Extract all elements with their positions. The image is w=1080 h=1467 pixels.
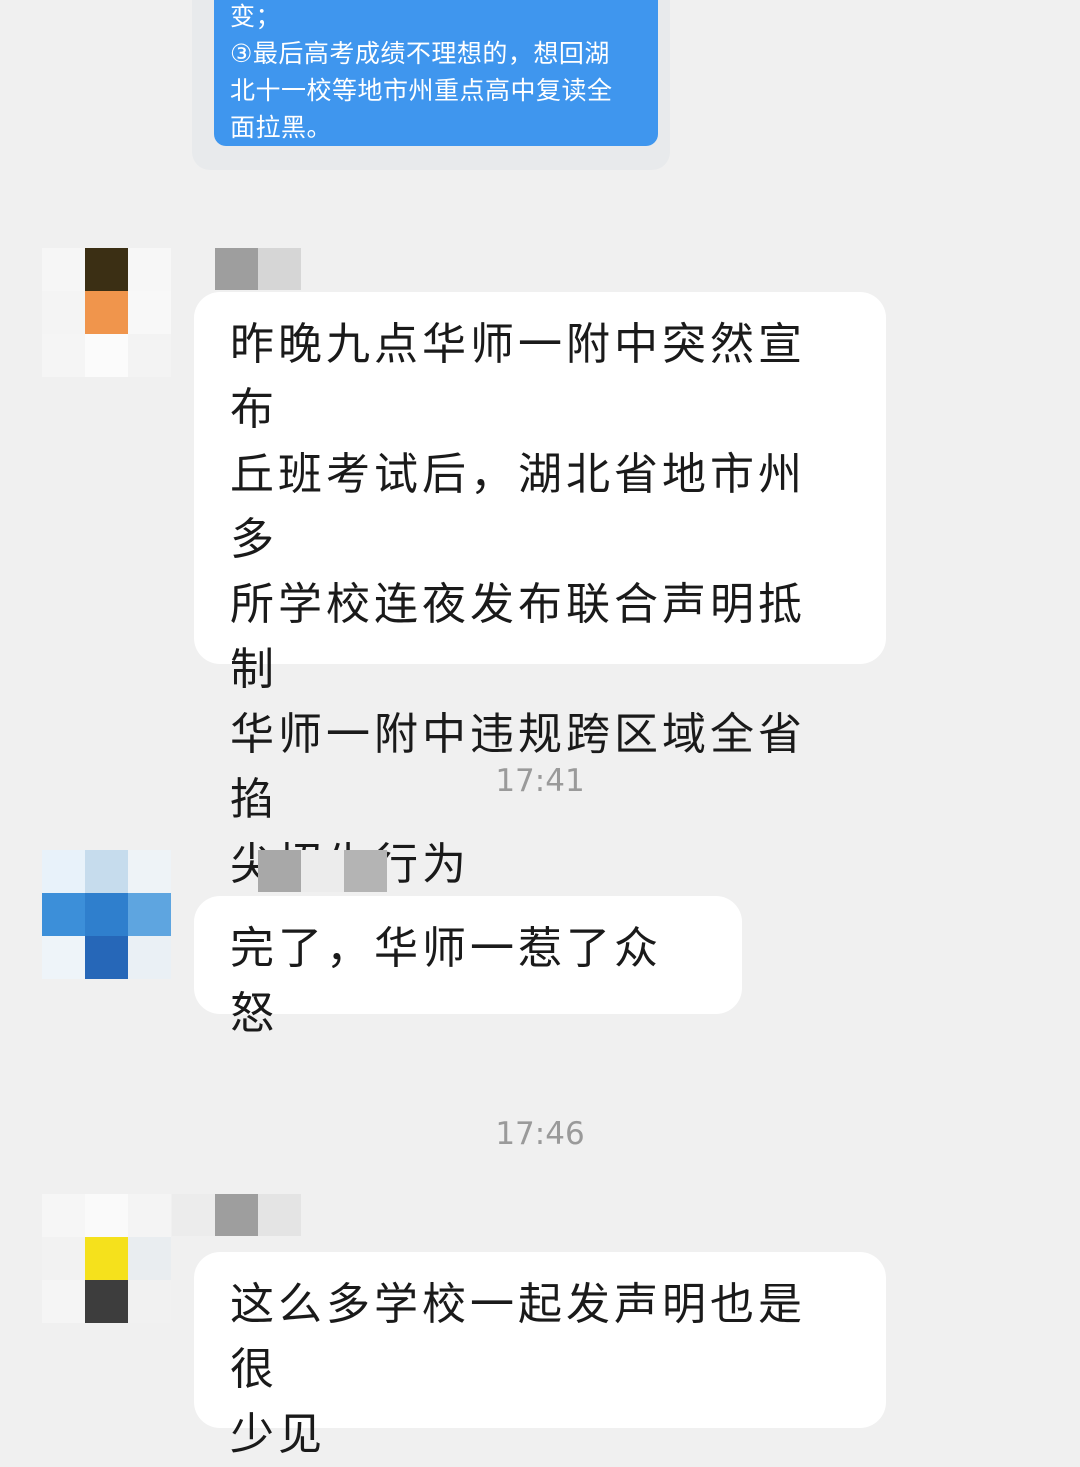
forwarded-line: 北十一校等地市州重点高中复读全 [230, 76, 613, 105]
forwarded-line: ③最后高考成绩不理想的，想回湖 [230, 39, 610, 68]
message-bubble[interactable]: 这么多学校一起发声明也是很 少见 [194, 1252, 886, 1460]
message-bubble[interactable]: 完了，华师一惹了众怒 [194, 896, 742, 1039]
sender-name [215, 248, 301, 290]
avatar[interactable] [42, 1194, 171, 1323]
message-text: 完了，华师一惹了众怒 [230, 923, 662, 1039]
avatar[interactable] [42, 850, 171, 979]
forwarded-line: 变； [230, 2, 282, 31]
message-bubble[interactable]: 昨晚九点华师一附中突然宣布 丘班考试后，湖北省地市州多 所学校连夜发布联合声明抵… [194, 292, 886, 890]
timestamp: 17:41 [495, 763, 585, 799]
forwarded-line: 面拉黑。 [230, 113, 333, 142]
sender-name [258, 850, 387, 892]
message-text: 昨晚九点华师一附中突然宣布 丘班考试后，湖北省地市州多 所学校连夜发布联合声明抵… [230, 319, 806, 890]
sender-name [172, 1194, 301, 1236]
forwarded-message-content[interactable]: 变； ③最后高考成绩不理想的，想回湖 北十一校等地市州重点高中复读全 面拉黑。 [214, 0, 658, 146]
avatar[interactable] [42, 248, 171, 377]
message-text: 这么多学校一起发声明也是很 少见 [230, 1279, 806, 1460]
timestamp: 17:46 [495, 1116, 585, 1152]
